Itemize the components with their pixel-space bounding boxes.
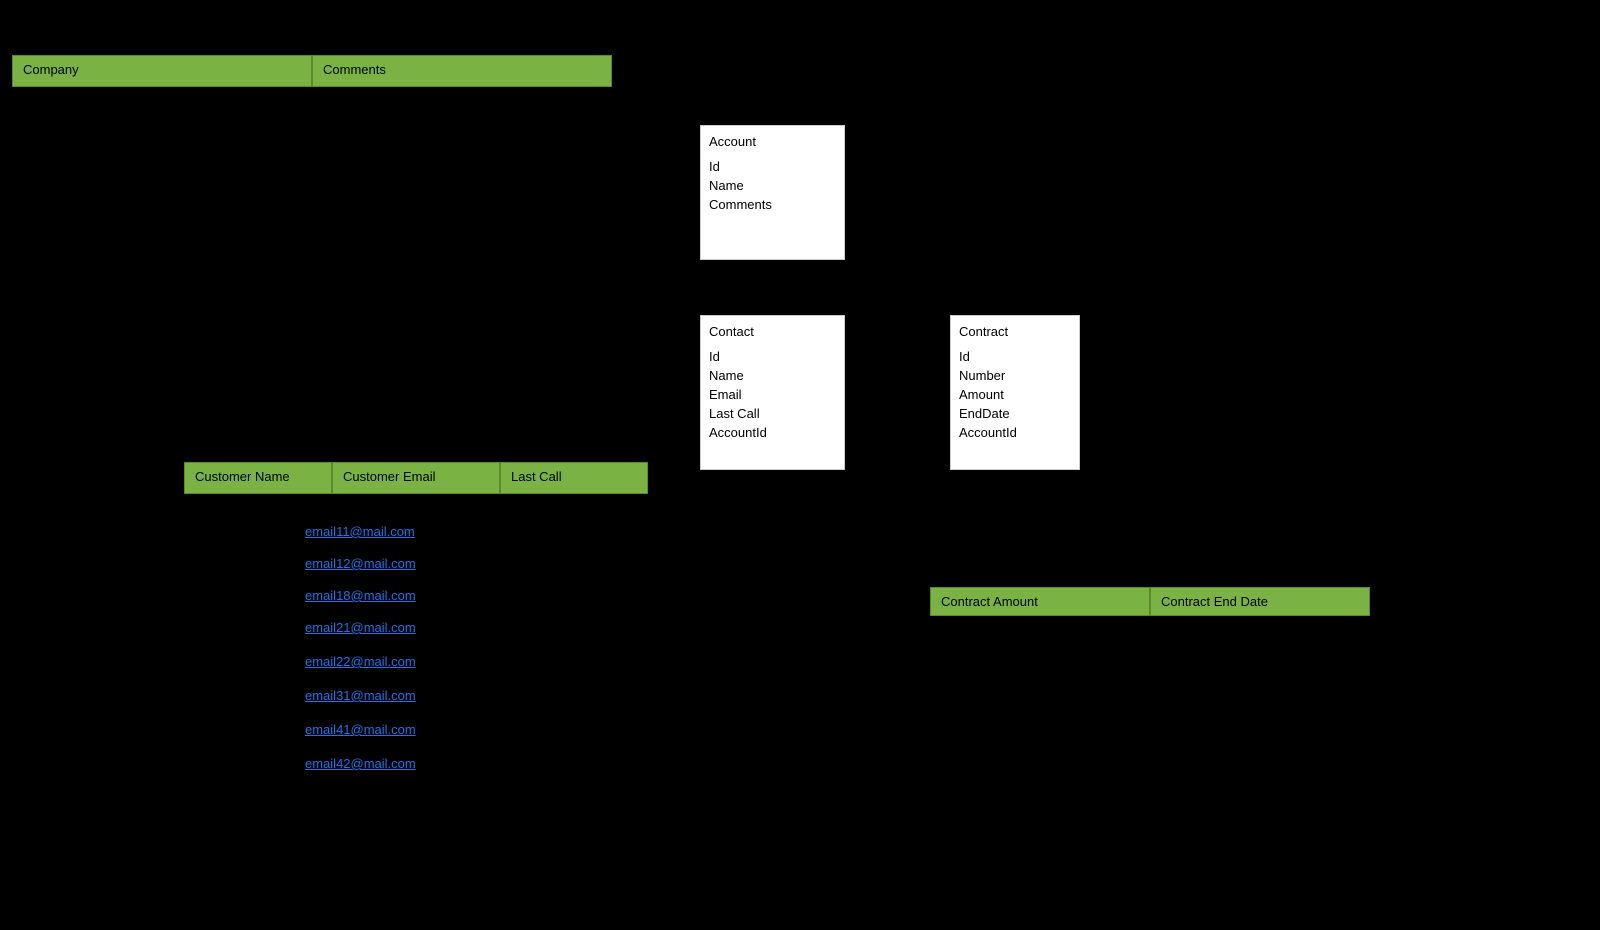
email-link-2[interactable]: email18@mail.com (305, 588, 416, 603)
email-link-5[interactable]: email31@mail.com (305, 688, 416, 703)
contact-name-header: Customer Name (184, 462, 332, 494)
account-company-header: Company (12, 55, 312, 87)
account-field-id: Id (709, 157, 836, 176)
contact-field-lastcall: Last Call (709, 404, 836, 423)
email-link-4[interactable]: email22@mail.com (305, 654, 416, 669)
contact-field-id: Id (709, 347, 836, 366)
contract-enddate-header: Contract End Date (1150, 587, 1370, 616)
account-comments-header: Comments (312, 55, 612, 87)
contract-field-accountid: AccountId (959, 423, 1071, 442)
contact-entity-title: Contact (709, 324, 836, 339)
contract-field-amount: Amount (959, 385, 1071, 404)
account-field-name: Name (709, 176, 836, 195)
email-link-6[interactable]: email41@mail.com (305, 722, 416, 737)
contract-field-number: Number (959, 366, 1071, 385)
email-link-0[interactable]: email11@mail.com (305, 524, 415, 539)
account-field-comments: Comments (709, 195, 836, 214)
account-entity-title: Account (709, 134, 836, 149)
contact-field-name: Name (709, 366, 836, 385)
contact-email-header: Customer Email (332, 462, 500, 494)
email-link-1[interactable]: email12@mail.com (305, 556, 416, 571)
contract-entity-box: Contract Id Number Amount EndDate Accoun… (950, 315, 1080, 470)
account-entity-box: Account Id Name Comments (700, 125, 845, 260)
account-header-table: Company Comments (12, 55, 612, 87)
contract-field-enddate: EndDate (959, 404, 1071, 423)
contact-lastcall-header: Last Call (500, 462, 648, 494)
contact-entity-box: Contact Id Name Email Last Call AccountI… (700, 315, 845, 470)
email-link-7[interactable]: email42@mail.com (305, 756, 416, 771)
contract-amount-header: Contract Amount (930, 587, 1150, 616)
contract-table-header: Contract Amount Contract End Date (930, 587, 1370, 616)
contract-field-id: Id (959, 347, 1071, 366)
contact-field-accountid: AccountId (709, 423, 836, 442)
contract-entity-title: Contract (959, 324, 1071, 339)
contact-field-email: Email (709, 385, 836, 404)
contact-table-header: Customer Name Customer Email Last Call (184, 462, 648, 494)
email-link-3[interactable]: email21@mail.com (305, 620, 416, 635)
contact-contract-connector (845, 450, 953, 452)
